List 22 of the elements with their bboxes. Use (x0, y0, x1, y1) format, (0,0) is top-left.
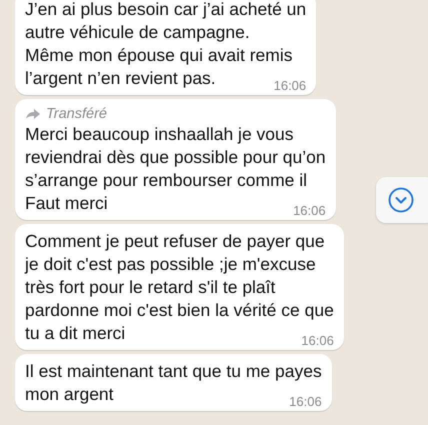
message-text: Il est maintenant tant que tu me payes (25, 360, 322, 383)
message-text: je doit c'est pas possible ;je m'excuse (25, 253, 317, 276)
message-text: Merci beaucoup inshaallah je vous (25, 123, 294, 146)
message-text: J’en ai plus besoin car j’ai acheté un (25, 0, 306, 21)
message-time: 16:06 (293, 203, 326, 219)
message-text: l’argent n’en revient pas. (25, 67, 216, 90)
message-text: très fort pour le retard s'il te plaît (25, 276, 276, 299)
message-text: s’arrange pour rembourser comme il (25, 169, 308, 192)
message-text: Faut merci (25, 192, 108, 215)
message-text: Comment je peut refuser de payer que (25, 230, 326, 253)
message-text: Même mon épouse qui avait remis (25, 44, 294, 67)
message-text: autre véhicule de campagne. (25, 21, 251, 44)
scroll-down-button[interactable] (376, 177, 428, 223)
message-time: 16:06 (274, 78, 306, 94)
forwarded-label: Transféré (46, 105, 107, 123)
message-text: tu a dit merci (25, 322, 126, 345)
message-text: mon argent (25, 383, 114, 406)
message-text: pardonne moi c'est bien la vérité ce que (25, 299, 334, 322)
chevron-down-icon (388, 187, 414, 213)
message-time: 16:06 (301, 333, 334, 349)
message-text: reviendrai dès que possible pour qu’on (25, 146, 326, 169)
message-time: 16:06 (289, 394, 322, 410)
